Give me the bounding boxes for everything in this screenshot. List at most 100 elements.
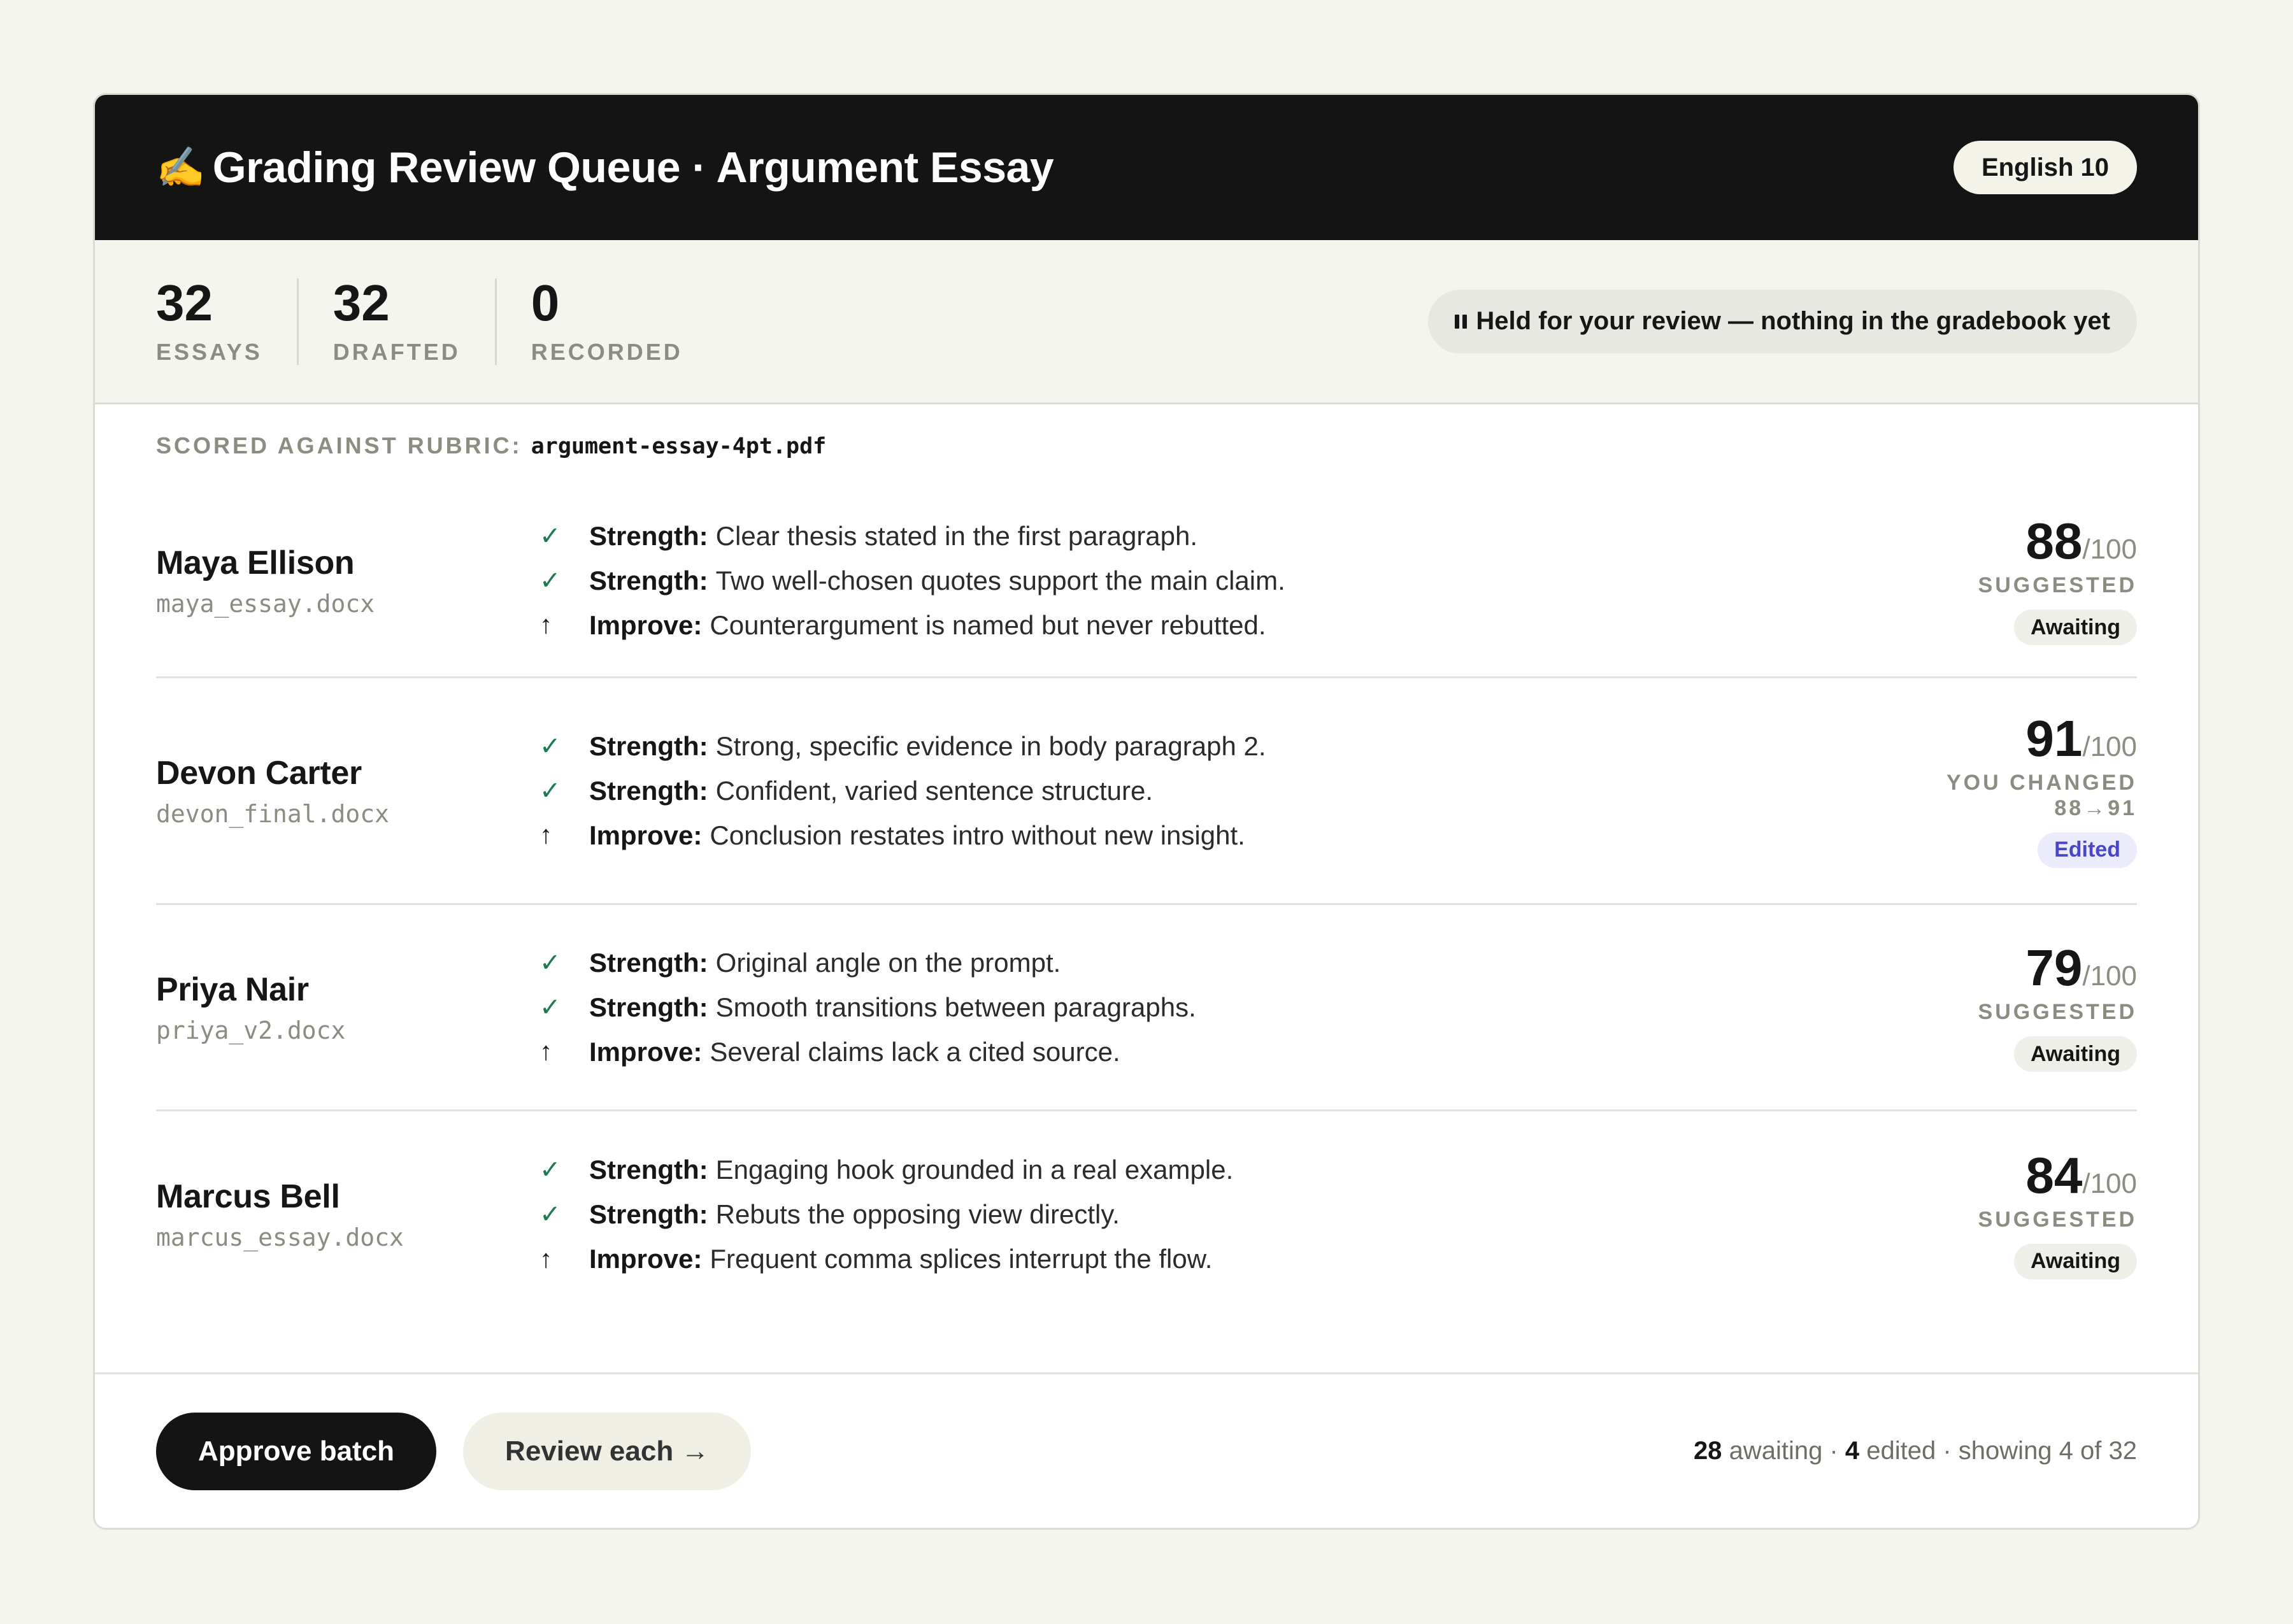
student-info: Marcus Bell marcus_essay.docx: [156, 1178, 538, 1251]
feedback-strength: ✓ Strength: Strong, specific evidence in…: [538, 724, 1844, 769]
feedback-strength: ✓ Strength: Clear thesis stated in the f…: [538, 514, 1844, 559]
feedback-strength: ✓ Strength: Engaging hook grounded in a …: [538, 1148, 1844, 1192]
student-name: Marcus Bell: [156, 1178, 340, 1215]
edited-text: edited · showing 4 of 32: [1866, 1437, 2137, 1465]
check-icon: ✓: [539, 566, 561, 595]
score-max: /100: [2082, 960, 2137, 992]
feedback-kind: Strength:: [589, 565, 708, 595]
check-icon: ✓: [539, 1200, 561, 1229]
header-bar: ✍️ Grading Review Queue · Argument Essay…: [95, 95, 2198, 240]
feedback-kind: Strength:: [589, 775, 708, 806]
feedback-text: Smooth transitions between paragraphs.: [715, 992, 1196, 1022]
feedback-improve: ↑ Improve: Counterargument is named but …: [538, 603, 1844, 648]
essay-row-devon-carter[interactable]: Devon Carter devon_final.docx ✓ Strength…: [156, 678, 2137, 905]
essay-file-name[interactable]: priya_v2.docx: [156, 1016, 538, 1044]
feedback-kind: Strength:: [589, 520, 708, 551]
feedback-notes: ✓ Strength: Engaging hook grounded in a …: [538, 1148, 1844, 1281]
essay-row-priya-nair[interactable]: Priya Nair priya_v2.docx ✓ Strength: Ori…: [156, 905, 2137, 1111]
feedback-kind: Strength:: [589, 947, 708, 978]
student-name: Priya Nair: [156, 971, 309, 1008]
arrow-up-icon: ↑: [539, 1037, 552, 1065]
status-badge: Awaiting: [2013, 1243, 2137, 1279]
page-title-text: Grading Review Queue · Argument Essay: [212, 143, 1054, 192]
status-badge: Awaiting: [2013, 1036, 2137, 1072]
feedback-notes: ✓ Strength: Strong, specific evidence in…: [538, 724, 1844, 858]
score-label-main: YOU CHANGED: [1946, 771, 2137, 795]
edited-count: 4: [1845, 1437, 1860, 1465]
stat-recorded-value: 0: [531, 274, 560, 331]
feedback-text: Engaging hook grounded in a real example…: [715, 1155, 1234, 1185]
essay-row-marcus-bell[interactable]: Marcus Bell marcus_essay.docx ✓ Strength…: [156, 1111, 2137, 1318]
check-icon: ✓: [539, 522, 561, 550]
feedback-strength: ✓ Strength: Confident, varied sentence s…: [538, 769, 1844, 813]
status-badge: Awaiting: [2013, 609, 2137, 645]
student-info: Maya Ellison maya_essay.docx: [156, 544, 538, 618]
essay-file-name[interactable]: devon_final.docx: [156, 800, 538, 828]
feedback-text: Conclusion restates intro without new in…: [710, 820, 1245, 850]
score-max: /100: [2082, 1167, 2137, 1199]
essay-file-name[interactable]: maya_essay.docx: [156, 590, 538, 618]
suggested-score[interactable]: 84 /100: [2025, 1150, 2137, 1201]
suggested-score[interactable]: 88 /100: [2025, 516, 2137, 567]
score-change: 88→91: [2054, 795, 2137, 820]
stat-essays-label: ESSAYS: [156, 338, 262, 365]
essay-file-name[interactable]: marcus_essay.docx: [156, 1223, 538, 1251]
score-label: SUGGESTED: [1978, 573, 2137, 597]
score-max: /100: [2082, 731, 2137, 763]
arrow-up-icon: ↑: [539, 821, 552, 849]
stat-essays-value: 32: [156, 274, 213, 331]
score-value: 88: [2025, 513, 2083, 569]
awaiting-count: 28: [1693, 1437, 1722, 1465]
check-icon: ✓: [539, 776, 561, 805]
feedback-kind: Strength:: [589, 1199, 708, 1229]
approve-batch-button[interactable]: Approve batch: [156, 1412, 437, 1490]
score-label: YOU CHANGED 88→91: [1947, 771, 2137, 820]
feedback-text: Strong, specific evidence in body paragr…: [715, 730, 1266, 761]
check-icon: ✓: [539, 732, 561, 760]
essay-row-maya-ellison[interactable]: Maya Ellison maya_essay.docx ✓ Strength:…: [156, 485, 2137, 678]
student-info: Devon Carter devon_final.docx: [156, 754, 538, 828]
score-label: SUGGESTED: [1978, 1207, 2137, 1232]
check-icon: ✓: [539, 1156, 561, 1184]
feedback-text: Several claims lack a cited source.: [710, 1036, 1120, 1067]
feedback-kind: Improve:: [589, 609, 703, 640]
score-value: 91: [2025, 710, 2083, 767]
stat-drafted: 32 DRAFTED: [296, 277, 495, 365]
arrow-up-icon: ↑: [539, 1244, 552, 1273]
rubric-file-link[interactable]: argument-essay-4pt.pdf: [531, 434, 827, 459]
feedback-improve: ↑ Improve: Several claims lack a cited s…: [538, 1030, 1844, 1074]
suggested-score[interactable]: 79 /100: [2025, 943, 2137, 994]
grading-review-card: ✍️ Grading Review Queue · Argument Essay…: [93, 93, 2200, 1530]
score-block: 84 /100 SUGGESTED Awaiting: [1844, 1150, 2137, 1279]
rubric-line: SCORED AGAINST RUBRIC: argument-essay-4p…: [95, 404, 2198, 459]
check-icon: ✓: [539, 948, 561, 977]
score-block: 88 /100 SUGGESTED Awaiting: [1844, 516, 2137, 645]
rubric-label: SCORED AGAINST RUBRIC:: [156, 432, 522, 459]
class-badge[interactable]: English 10: [1953, 141, 2137, 194]
score-block: 79 /100 SUGGESTED Awaiting: [1844, 943, 2137, 1072]
feedback-text: Frequent comma splices interrupt the flo…: [710, 1244, 1213, 1274]
check-icon: ✓: [539, 993, 561, 1022]
score-max: /100: [2082, 534, 2137, 565]
page-title: ✍️ Grading Review Queue · Argument Essay: [156, 143, 1054, 192]
edited-score[interactable]: 91 /100: [2025, 713, 2137, 764]
feedback-kind: Improve:: [589, 820, 703, 850]
status-badge: Edited: [2038, 832, 2137, 868]
stat-recorded: 0 RECORDED: [494, 274, 683, 365]
stats-bar: 32 ESSAYS 32 DRAFTED 0 RECORDED Held for…: [95, 240, 2198, 404]
stat-drafted-label: DRAFTED: [332, 338, 461, 365]
review-each-button[interactable]: Review each →: [463, 1412, 752, 1490]
feedback-improve: ↑ Improve: Frequent comma splices interr…: [538, 1237, 1844, 1281]
footer-actions: Approve batch Review each →: [156, 1412, 752, 1490]
score-value: 84: [2025, 1146, 2083, 1204]
score-label: SUGGESTED: [1978, 1000, 2137, 1024]
feedback-kind: Strength:: [589, 1155, 708, 1185]
student-name: Maya Ellison: [156, 544, 355, 581]
feedback-strength: ✓ Strength: Original angle on the prompt…: [538, 941, 1844, 985]
review-status-text: Held for your review — nothing in the gr…: [1476, 307, 2110, 335]
pause-icon: [1455, 314, 1468, 329]
queue-summary: 28 awaiting · 4 edited · showing 4 of 32: [1694, 1437, 2137, 1465]
feedback-text: Clear thesis stated in the first paragra…: [715, 520, 1198, 551]
feedback-notes: ✓ Strength: Clear thesis stated in the f…: [538, 514, 1844, 648]
essay-list: Maya Ellison maya_essay.docx ✓ Strength:…: [95, 485, 2198, 1318]
